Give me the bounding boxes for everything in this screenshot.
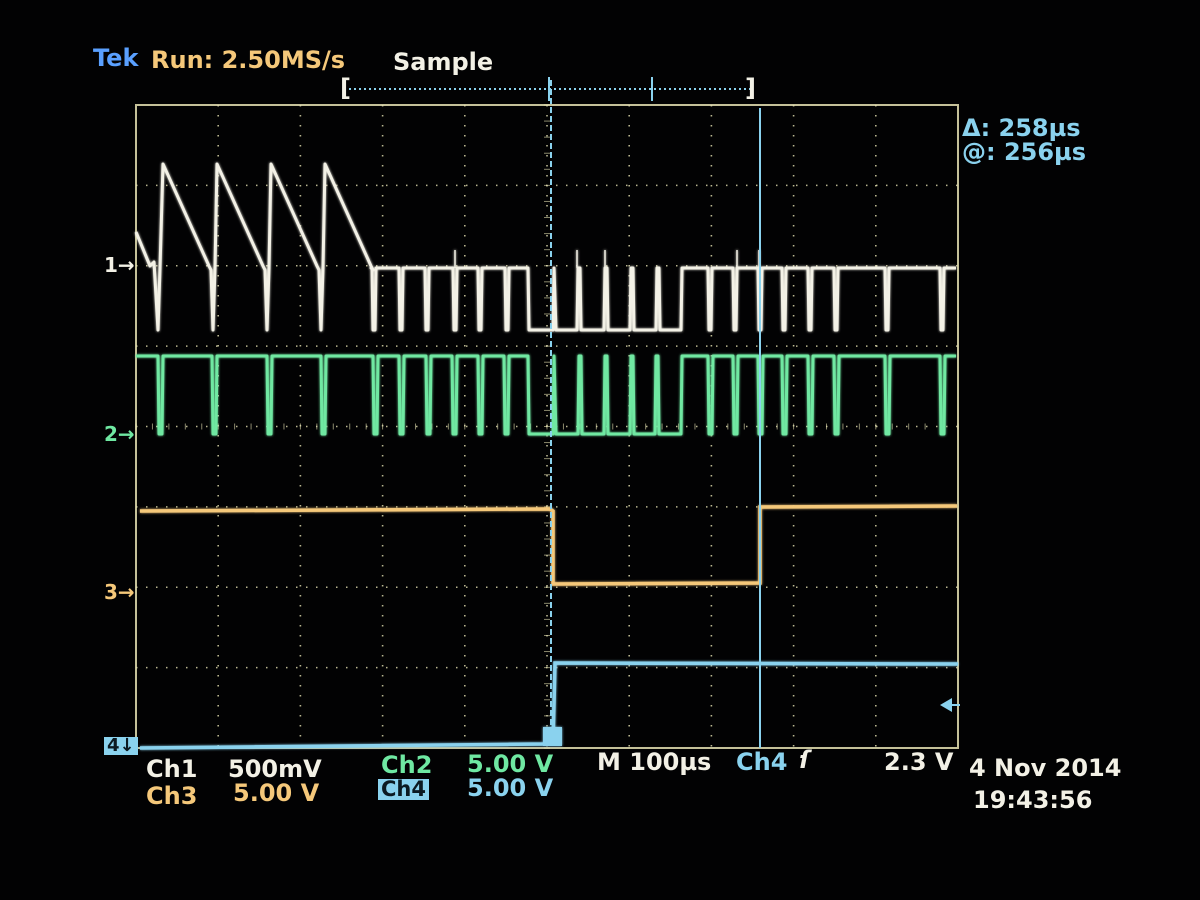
- trigger-marker-icon: [543, 727, 562, 746]
- ch1-trace: [134, 162, 956, 332]
- timebase-readout: M 100µs: [597, 748, 712, 776]
- ch4-scale: 5.00 V: [467, 774, 554, 802]
- record-length-indicator: []: [340, 74, 756, 102]
- ch3-label: Ch3: [146, 782, 198, 810]
- cursor-delta-readout: Δ: 258µs: [962, 114, 1081, 142]
- trigger-source: Ch4: [736, 748, 788, 776]
- ch3-trace: [139, 504, 958, 586]
- arrow-down-icon: ↓: [119, 735, 135, 756]
- trigger-level: 2.3 V: [884, 748, 954, 776]
- trigger-slope-icon: ſ: [799, 746, 810, 774]
- ch1-scale: 500mV: [228, 755, 322, 783]
- brand-label: Tek: [93, 44, 139, 72]
- arrow-right-icon: →: [117, 422, 135, 446]
- cursor-at-readout: @: 256µs: [962, 138, 1086, 166]
- ch1-label: Ch1: [146, 755, 198, 783]
- ch2-label: Ch2: [381, 751, 433, 779]
- ch1-waveform: [134, 162, 956, 332]
- ch2-trace: [136, 354, 956, 436]
- ch2-waveform: [136, 354, 956, 436]
- ch3-waveform: [139, 504, 958, 586]
- run-status: Run: 2.50MS/s: [151, 46, 346, 74]
- record-bracket-left-icon: [: [340, 74, 351, 102]
- ch4-label: Ch4: [378, 779, 429, 800]
- ch3-scale: 5.00 V: [233, 779, 320, 807]
- ch3-marker[interactable]: 3→: [104, 582, 135, 602]
- ch2-scale: 5.00 V: [467, 750, 554, 778]
- ch1-marker[interactable]: 1→: [104, 255, 135, 275]
- acquisition-mode: Sample: [393, 48, 494, 76]
- arrow-right-icon: →: [117, 580, 135, 604]
- ch4-marker[interactable]: 4↓: [104, 737, 138, 755]
- arrow-right-icon: →: [117, 253, 135, 277]
- date-readout: 4 Nov 2014: [969, 754, 1122, 782]
- ch4-waveform: [139, 661, 959, 750]
- record-bracket-right-icon: ]: [745, 74, 756, 102]
- time-readout: 19:43:56: [973, 786, 1093, 814]
- ch2-marker[interactable]: 2→: [104, 424, 135, 444]
